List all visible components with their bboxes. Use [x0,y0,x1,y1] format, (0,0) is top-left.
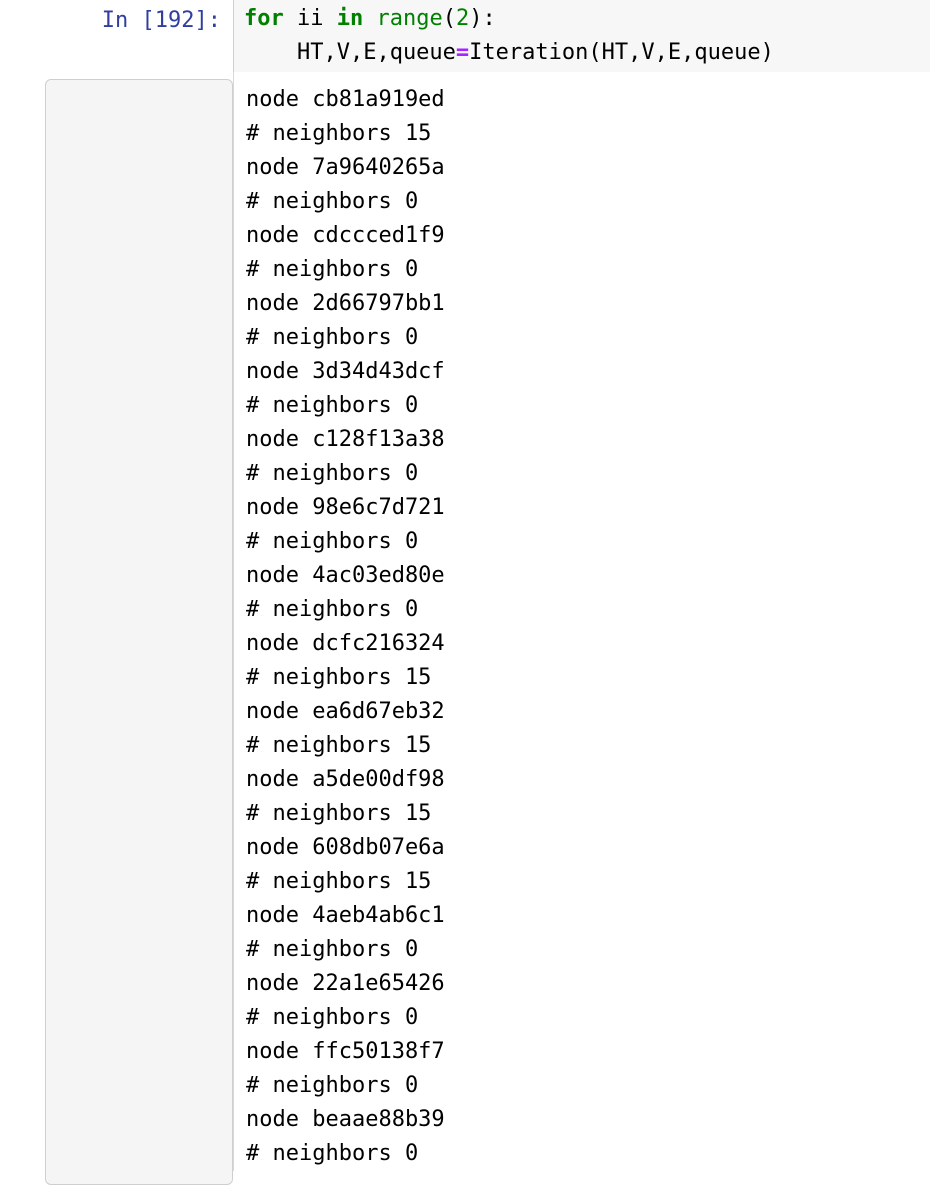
output-line: # neighbors 15 [246,801,432,826]
output-line: node 3d34d43dcf [246,359,445,384]
output-line: node 7a9640265a [246,155,445,180]
output-line: node dcfc216324 [246,631,445,656]
code-line: for ii in range(2): [244,2,930,36]
output-line: # neighbors 0 [246,461,419,486]
output-line: node c128f13a38 [246,427,445,452]
output-line: node 22a1e65426 [246,971,445,996]
code-token-kw: in [336,6,364,31]
code-token-plain: ): [469,6,496,31]
code-token-num: 2 [455,6,470,31]
notebook-output-cell: node cb81a919ed # neighbors 15 node 7a9640… [0,72,930,1185]
input-prompt-label: In [192]: [101,8,221,33]
output-line: # neighbors 15 [246,869,432,894]
notebook-input-cell: In [192]: for ii in range(2): HT,V,E,que… [0,0,930,72]
output-line: # neighbors 0 [246,1005,419,1030]
output-line: # neighbors 0 [246,1073,419,1098]
output-line: # neighbors 0 [246,937,419,962]
code-line: HT,V,E,queue=Iteration(HT,V,E,queue) [244,36,930,70]
code-token-plain: HT,V,E,queue [244,40,456,65]
code-token-op: = [455,40,470,65]
output-line: node 4aeb4ab6c1 [246,903,445,928]
code-token-plain: ii [283,6,337,31]
output-line: # neighbors 0 [246,393,419,418]
output-line: node 608db07e6a [246,835,445,860]
output-line: node cdccced1f9 [246,223,445,248]
output-line: node ffc50138f7 [246,1039,445,1064]
output-line: node ea6d67eb32 [246,699,445,724]
output-line: node 98e6c7d721 [246,495,445,520]
output-line: # neighbors 0 [246,189,419,214]
output-line: # neighbors 15 [246,121,432,146]
output-line: # neighbors 0 [246,257,419,282]
output-line: node 2d66797bb1 [246,291,445,316]
output-line: # neighbors 15 [246,733,432,758]
output-line: node beaae88b39 [246,1107,445,1132]
output-line: node cb81a919ed [246,87,445,112]
output-line: # neighbors 0 [246,1141,419,1166]
code-token-plain: ( [442,6,456,31]
output-line: # neighbors 15 [246,665,432,690]
output-prompt-box [45,79,233,1185]
code-token-kw: for [244,6,284,31]
code-editor[interactable]: for ii in range(2): HT,V,E,queue=Iterati… [233,0,930,72]
code-token-plain: Iteration(HT,V,E,queue) [469,40,774,65]
output-line: # neighbors 0 [246,597,419,622]
code-token-builtin: range [376,6,443,31]
output-line: node 4ac03ed80e [246,563,445,588]
output-stream-text: node cb81a919ed # neighbors 15 node 7a9640… [233,72,930,1171]
output-line: # neighbors 0 [246,529,419,554]
output-line: # neighbors 0 [246,325,419,350]
output-prompt-gutter [0,72,233,1185]
output-line: node a5de00df98 [246,767,445,792]
